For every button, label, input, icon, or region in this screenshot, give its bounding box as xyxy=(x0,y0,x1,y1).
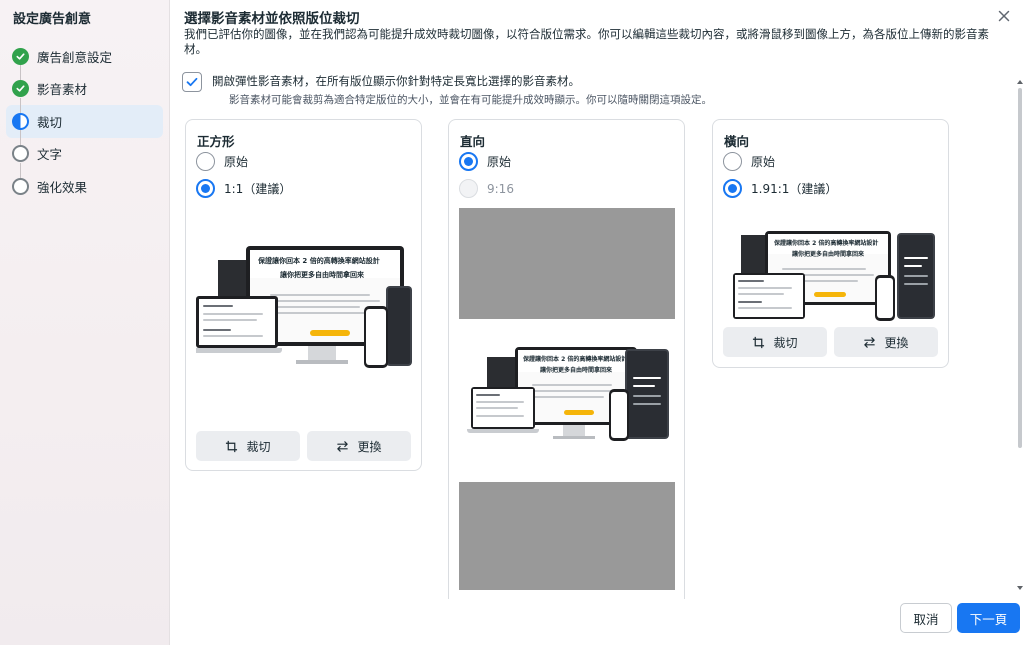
radio-label: 原始 xyxy=(224,155,249,169)
step-media[interactable]: 影音素材 xyxy=(6,73,163,113)
step-connector xyxy=(20,162,21,178)
option-horizontal-1-91-1[interactable]: 1.91:1（建議） xyxy=(723,179,837,198)
empty-circle-icon xyxy=(12,145,29,163)
letterbox-bottom xyxy=(459,482,675,590)
replace-button-label: 更換 xyxy=(357,439,382,454)
replace-button-label: 更換 xyxy=(884,335,909,350)
media-preview-vertical[interactable]: 保證讓你回本 2 倍的高轉換率網站設計 讓你把更多自由時間拿回來 xyxy=(459,319,675,482)
radio-label: 9:16 xyxy=(487,181,514,196)
radio-label: 原始 xyxy=(487,155,512,169)
radio-button-selected[interactable] xyxy=(196,179,215,198)
radio-label: 原始 xyxy=(751,155,776,169)
scroll-down-icon[interactable] xyxy=(1017,586,1023,590)
step-label: 裁切 xyxy=(37,114,63,130)
flexible-media-setting: 開啟彈性影音素材，在所有版位顯示你針對特定長寬比選擇的影音素材。 影音素材可能會… xyxy=(182,72,712,107)
check-icon xyxy=(186,77,198,87)
page-description: 我們已評估你的圖像，並在我們認為可能提升成效時裁切圖像，以符合版位需求。你可以編… xyxy=(184,27,989,56)
crop-icon xyxy=(226,440,238,452)
half-circle-icon xyxy=(12,112,29,130)
card-title: 橫向 xyxy=(724,134,750,149)
radio-button-disabled xyxy=(459,179,478,198)
page-title: 選擇影音素材並依照版位裁切 xyxy=(184,11,360,27)
sidebar: 設定廣告創意 廣告創意設定 影音素材 裁切 文字 強化效果 xyxy=(0,0,170,645)
card-vertical: 直向 原始 9:16 保證讓你回本 2 倍的高轉換率網站設計 讓你把更多自由時間… xyxy=(448,119,685,599)
steps-list: 廣告創意設定 影音素材 裁切 文字 強化效果 xyxy=(6,40,163,203)
radio-button-selected[interactable] xyxy=(459,152,478,171)
option-vertical-9-16: 9:16 xyxy=(459,179,514,198)
scroll-up-icon[interactable] xyxy=(1017,80,1023,84)
close-icon[interactable] xyxy=(996,8,1012,24)
next-button[interactable]: 下一頁 xyxy=(957,603,1020,633)
flexible-media-label: 開啟彈性影音素材，在所有版位顯示你針對特定長寬比選擇的影音素材。 xyxy=(212,74,580,88)
flexible-media-sublabel: 影音素材可能會裁剪為適合特定版位的大小，並會在有可能提升成效時顯示。你可以隨時關… xyxy=(229,94,712,106)
check-circle-icon xyxy=(12,47,29,65)
radio-label: 1.91:1（建議） xyxy=(751,182,838,196)
step-crop[interactable]: 裁切 xyxy=(6,105,163,145)
mockup-subheadline: 讓你把更多自由時間拿回來 xyxy=(792,251,865,258)
step-enhancements[interactable]: 強化效果 xyxy=(6,170,163,203)
step-label: 文字 xyxy=(37,147,63,163)
radio-label: 1:1（建議） xyxy=(224,182,292,196)
option-horizontal-original[interactable]: 原始 xyxy=(723,152,775,171)
radio-button[interactable] xyxy=(723,152,742,171)
media-preview-square[interactable]: 保證讓你回本 2 倍的高轉換率網站設計 讓你把更多自由時間拿回來 xyxy=(196,210,412,426)
main-panel: 選擇影音素材並依照版位裁切 我們已評估你的圖像，並在我們認為可能提升成效時裁切圖… xyxy=(170,0,1024,645)
mockup-headline: 保證讓你回本 2 倍的高轉換率網站設計 xyxy=(258,257,380,265)
media-preview-horizontal[interactable]: 保證讓你回本 2 倍的高轉換率網站設計 讓你把更多自由時間拿回來 xyxy=(723,209,939,322)
replace-button[interactable]: 更換 xyxy=(834,327,938,357)
step-label: 影音素材 xyxy=(37,82,88,98)
scrollbar-thumb[interactable] xyxy=(1018,88,1022,448)
step-connector xyxy=(20,97,21,113)
card-square: 正方形 原始 1:1（建議） 保證讓你回本 2 倍的高轉換率網站設計 讓你把更多… xyxy=(185,119,422,471)
swap-icon xyxy=(337,440,349,452)
mockup-headline: 保證讓你回本 2 倍的高轉換率網站設計 xyxy=(774,240,879,247)
radio-button-selected[interactable] xyxy=(723,179,742,198)
crop-button[interactable]: 裁切 xyxy=(723,327,827,357)
step-ad-creative-settings[interactable]: 廣告創意設定 xyxy=(6,40,163,80)
mockup-subheadline: 讓你把更多自由時間拿回來 xyxy=(540,367,613,374)
check-circle-icon xyxy=(12,80,29,98)
crop-button-label: 裁切 xyxy=(773,335,798,350)
step-connector xyxy=(20,130,21,145)
swap-icon xyxy=(864,336,876,348)
option-vertical-original[interactable]: 原始 xyxy=(459,152,511,171)
option-square-1-1[interactable]: 1:1（建議） xyxy=(196,179,291,198)
mockup-headline: 保證讓你回本 2 倍的高轉換率網站設計 xyxy=(523,356,628,363)
step-label: 廣告創意設定 xyxy=(37,49,113,65)
flexible-media-checkbox[interactable] xyxy=(182,72,202,92)
crop-button-label: 裁切 xyxy=(246,439,271,454)
step-text[interactable]: 文字 xyxy=(6,138,163,178)
crop-icon xyxy=(753,336,765,348)
card-title: 直向 xyxy=(460,134,486,149)
empty-circle-icon xyxy=(12,177,29,195)
option-square-original[interactable]: 原始 xyxy=(196,152,248,171)
replace-button[interactable]: 更換 xyxy=(307,431,411,461)
cancel-button[interactable]: 取消 xyxy=(900,603,952,633)
radio-button[interactable] xyxy=(196,152,215,171)
card-title: 正方形 xyxy=(197,134,235,149)
sidebar-title: 設定廣告創意 xyxy=(13,12,92,27)
card-horizontal: 橫向 原始 1.91:1（建議） 保證讓你回本 2 倍的高轉換率網站設計 讓你把… xyxy=(712,119,949,368)
crop-button[interactable]: 裁切 xyxy=(196,431,300,461)
step-label: 強化效果 xyxy=(37,179,88,195)
letterbox-top xyxy=(459,208,675,319)
step-connector xyxy=(20,65,21,80)
scrollbar[interactable] xyxy=(1016,80,1024,590)
mockup-subheadline: 讓你把更多自由時間拿回來 xyxy=(280,271,364,279)
